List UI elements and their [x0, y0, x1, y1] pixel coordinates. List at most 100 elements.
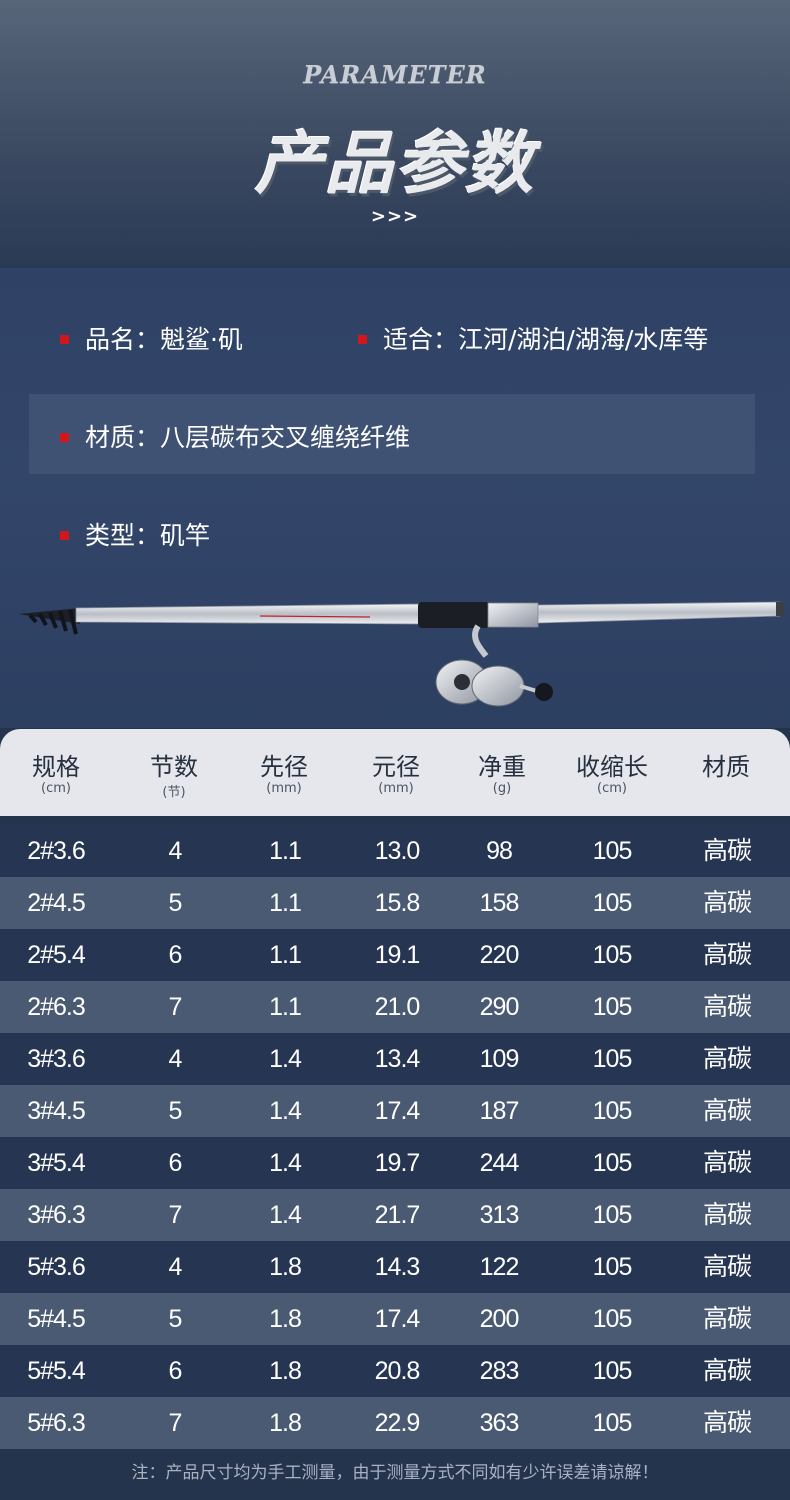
table-cell: 3#4.5 — [27, 1097, 86, 1125]
table-cell: 122 — [479, 1253, 520, 1281]
header-cell: 节数 (节) — [150, 753, 198, 800]
bullet-icon — [60, 334, 69, 344]
table-row: 3#3.6 4 1.4 13.4 109 105 高碳 — [0, 1033, 790, 1085]
table-cell: 高碳 — [702, 1045, 752, 1073]
table-cell: 187 — [479, 1097, 520, 1125]
header-cell: 元径 (mm) — [372, 753, 420, 796]
table-cell: 高碳 — [702, 837, 752, 865]
table-header: 规格 (cm) 节数 (节) 先径 (mm) 元径 (mm) 净重 (g) 收缩长 (cm)… — [0, 729, 790, 816]
table-cell: 1.8 — [269, 1409, 302, 1437]
table-row: 5#4.5 5 1.8 17.4 200 105 高碳 — [0, 1293, 790, 1345]
spec-suitable-text: 适合：江河/湖泊/湖海/水库等 — [383, 325, 709, 354]
table-cell: 6 — [168, 1357, 183, 1385]
table-row: 3#4.5 5 1.4 17.4 187 105 高碳 — [0, 1085, 790, 1137]
table-cell: 98 — [486, 837, 513, 865]
table-cell: 105 — [592, 941, 633, 969]
spec-name-text: 品名：魁鲨·矶 — [85, 325, 243, 354]
fishing-rod-image — [18, 601, 784, 707]
table-cell: 2#4.5 — [27, 889, 86, 917]
table-cell: 2#3.6 — [27, 837, 86, 865]
table-cell: 4 — [168, 1045, 183, 1073]
header-cell: 先径 (mm) — [260, 753, 308, 796]
header-cell: 收缩长 (cm) — [576, 753, 648, 796]
table-cell: 高碳 — [702, 889, 752, 917]
table-cell: 105 — [592, 1357, 633, 1385]
table-cell: 105 — [592, 1409, 633, 1437]
bullet-icon — [358, 334, 367, 344]
table-cell: 7 — [168, 993, 183, 1021]
table-cell: 13.4 — [374, 1045, 421, 1073]
spec-suitable: 适合：江河/湖泊/湖海/水库等 — [358, 320, 708, 356]
table-cell: 5 — [168, 1305, 183, 1333]
table-cell: 17.4 — [374, 1305, 421, 1333]
table-cell: 高碳 — [702, 993, 752, 1021]
table-cell: 3#6.3 — [27, 1201, 86, 1229]
table-cell: 17.4 — [374, 1097, 421, 1125]
table-row: 5#5.4 6 1.8 20.8 283 105 高碳 — [0, 1345, 790, 1397]
table-row: 2#3.6 4 1.1 13.0 98 105 高碳 — [0, 825, 790, 877]
header-cell: 净重 (g) — [478, 753, 526, 796]
table-cell: 1.8 — [269, 1253, 302, 1281]
table-cell: 高碳 — [702, 1201, 752, 1229]
table-cell: 5#4.5 — [27, 1305, 86, 1333]
spec-name: 品名：魁鲨·矶 — [60, 320, 243, 356]
table-cell: 19.1 — [374, 941, 421, 969]
table-cell: 5#3.6 — [27, 1253, 86, 1281]
table-cell: 19.7 — [374, 1149, 421, 1177]
table-cell: 1.8 — [269, 1305, 302, 1333]
chevrons-icon: >>> — [370, 206, 420, 227]
table-cell: 109 — [479, 1045, 520, 1073]
table-cell: 5 — [168, 1097, 183, 1125]
page-title: 产品参数 — [254, 124, 535, 204]
table-cell: 21.0 — [374, 993, 421, 1021]
table-cell: 7 — [168, 1409, 183, 1437]
table-cell: 高碳 — [702, 1357, 752, 1385]
table-row: 3#5.4 6 1.4 19.7 244 105 高碳 — [0, 1137, 790, 1189]
table-cell: 105 — [592, 1201, 633, 1229]
bullet-icon — [60, 432, 69, 442]
table-cell: 15.8 — [374, 889, 421, 917]
spec-material-text: 材质：八层碳布交叉缠绕纤维 — [85, 423, 411, 452]
table-cell: 7 — [168, 1201, 183, 1229]
table-cell: 14.3 — [374, 1253, 421, 1281]
table-cell: 高碳 — [702, 941, 752, 969]
table-cell: 290 — [479, 993, 520, 1021]
table-cell: 1.4 — [269, 1045, 302, 1073]
spec-type: 类型：矶竿 — [60, 516, 210, 552]
footnote: 注：产品尺寸均为手工测量，由于测量方式不同如有少许误差请谅解！ — [131, 1463, 659, 1483]
table-cell: 220 — [479, 941, 520, 969]
table-cell: 13.0 — [374, 837, 421, 865]
table-cell: 高碳 — [702, 1097, 752, 1125]
spec-type-text: 类型：矶竿 — [85, 521, 211, 550]
table-row: 2#5.4 6 1.1 19.1 220 105 高碳 — [0, 929, 790, 981]
table-cell: 4 — [168, 1253, 183, 1281]
table-cell: 244 — [479, 1149, 520, 1177]
table-row: 5#6.3 7 1.8 22.9 363 105 高碳 — [0, 1397, 790, 1449]
table-cell: 3#3.6 — [27, 1045, 86, 1073]
table-row: 5#3.6 4 1.8 14.3 122 105 高碳 — [0, 1241, 790, 1293]
table-cell: 2#5.4 — [27, 941, 86, 969]
table-cell: 6 — [168, 1149, 183, 1177]
header-cell: 材质 — [702, 753, 750, 781]
bullet-icon — [60, 530, 69, 540]
table-cell: 1.4 — [269, 1097, 302, 1125]
table-cell: 1.8 — [269, 1357, 302, 1385]
table-cell: 3#5.4 — [27, 1149, 86, 1177]
table-cell: 105 — [592, 1045, 633, 1073]
table-cell: 5 — [168, 889, 183, 917]
table-cell: 高碳 — [702, 1305, 752, 1333]
table-cell: 5#5.4 — [27, 1357, 86, 1385]
hero-subtitle: PARAMETER — [303, 60, 487, 89]
hero-banner: PARAMETER 产品参数 >>> — [0, 0, 790, 268]
table-cell: 105 — [592, 993, 633, 1021]
table-cell: 21.7 — [374, 1201, 421, 1229]
table-cell: 105 — [592, 889, 633, 917]
table-cell: 高碳 — [702, 1253, 752, 1281]
table-cell: 1.4 — [269, 1201, 302, 1229]
table-cell: 高碳 — [702, 1149, 752, 1177]
table-cell: 105 — [592, 1253, 633, 1281]
table-cell: 1.1 — [269, 941, 302, 969]
table-cell: 22.9 — [374, 1409, 421, 1437]
table-cell: 1.1 — [269, 889, 302, 917]
table-cell: 1.1 — [269, 993, 302, 1021]
